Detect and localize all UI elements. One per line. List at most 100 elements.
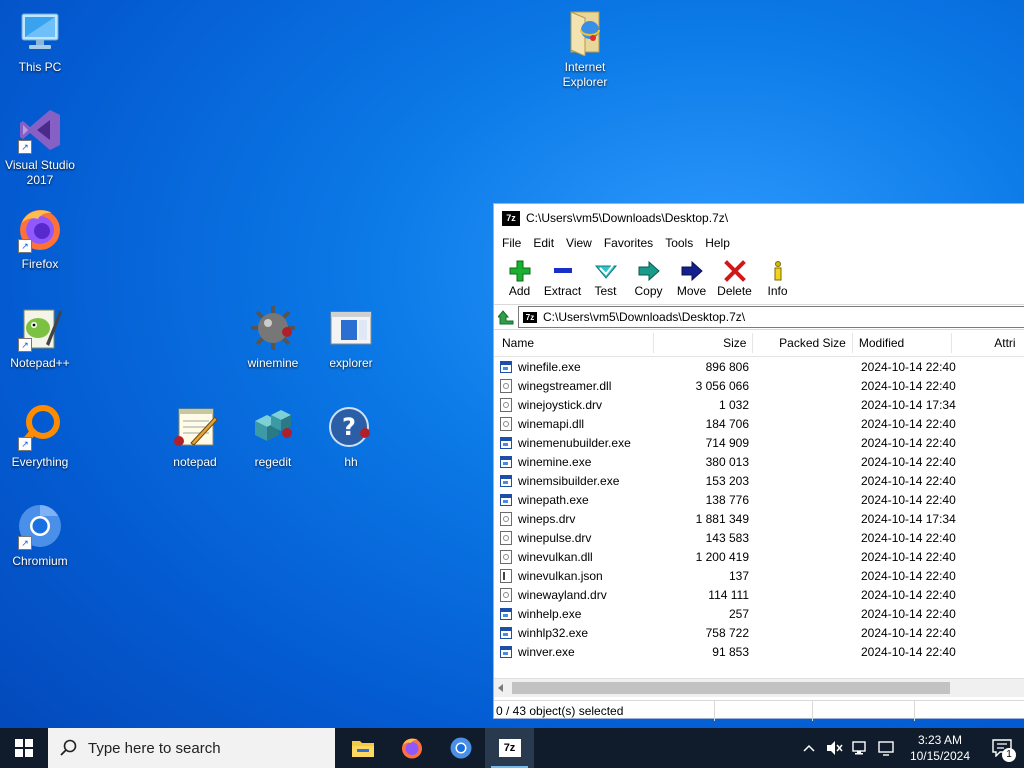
file-name: wineps.drv bbox=[518, 511, 576, 526]
test-button[interactable]: Test bbox=[584, 254, 627, 304]
add-button[interactable]: Add bbox=[498, 254, 541, 304]
delete-x-icon bbox=[723, 260, 746, 282]
file-row[interactable]: winver.exe 91 853 2024-10-14 22:40 bbox=[494, 642, 1024, 661]
search-placeholder: Type here to search bbox=[88, 739, 221, 757]
file-row[interactable]: winewayland.drv 114 111 2024-10-14 22:40 bbox=[494, 585, 1024, 604]
start-button[interactable] bbox=[0, 728, 48, 768]
taskbar: Type here to search 7z 3:23 AM 10/15/202… bbox=[0, 728, 1024, 768]
file-name: winepath.exe bbox=[518, 492, 589, 507]
file-modified: 2024-10-14 22:40 bbox=[861, 606, 956, 621]
file-row[interactable]: winepath.exe 138 776 2024-10-14 22:40 bbox=[494, 490, 1024, 509]
taskbar-7zip[interactable]: 7z bbox=[485, 728, 534, 768]
file-name-cell: winejoystick.drv bbox=[494, 397, 655, 412]
move-button[interactable]: Move bbox=[670, 254, 713, 304]
info-icon bbox=[767, 260, 789, 282]
desktop-icon-label: winemine bbox=[247, 356, 299, 370]
column-header-name[interactable]: Name bbox=[494, 333, 655, 353]
file-row[interactable]: winegstreamer.dll 3 056 066 2024-10-14 22:… bbox=[494, 376, 1024, 395]
notification-center-button[interactable]: 1 bbox=[980, 728, 1024, 768]
scrollbar-thumb[interactable] bbox=[512, 682, 950, 694]
menu-file[interactable]: File bbox=[496, 236, 527, 250]
check-icon bbox=[594, 260, 617, 282]
file-name-cell: winevulkan.json bbox=[494, 568, 655, 583]
desktop-icon-notepadpp[interactable]: ↗ Notepad++ bbox=[0, 304, 80, 371]
desktop-icon-this-pc[interactable]: This PC bbox=[0, 8, 80, 75]
file-size: 143 583 bbox=[705, 530, 749, 545]
desktop-icon-visual-studio[interactable]: ↗ Visual Studio 2017 bbox=[0, 106, 80, 188]
scroll-left-arrow-icon[interactable] bbox=[498, 684, 503, 692]
menu-tools[interactable]: Tools bbox=[659, 236, 699, 250]
file-row[interactable]: winemapi.dll 184 706 2024-10-14 22:40 bbox=[494, 414, 1024, 433]
file-row[interactable]: winhelp.exe 257 2024-10-14 22:40 bbox=[494, 604, 1024, 623]
internet-explorer-folder-icon bbox=[561, 8, 609, 57]
info-button[interactable]: Info bbox=[756, 254, 799, 304]
desktop-icon-chromium[interactable]: ↗ Chromium bbox=[0, 502, 80, 569]
up-folder-button[interactable] bbox=[494, 306, 518, 328]
taskbar-firefox[interactable] bbox=[387, 728, 436, 768]
status-divider bbox=[914, 701, 915, 721]
file-name-cell: winefile.exe bbox=[494, 360, 655, 374]
file-size: 153 203 bbox=[705, 473, 749, 488]
desktop-icon-label: Chromium bbox=[12, 554, 68, 568]
taskbar-file-explorer[interactable] bbox=[338, 728, 387, 768]
file-row[interactable]: winemsibuilder.exe 153 203 2024-10-14 22:4… bbox=[494, 471, 1024, 490]
move-arrow-icon bbox=[681, 260, 703, 282]
file-row[interactable]: winejoystick.drv 1 032 2024-10-14 17:34 bbox=[494, 395, 1024, 414]
menu-help[interactable]: Help bbox=[699, 236, 736, 250]
menu-favorites[interactable]: Favorites bbox=[598, 236, 659, 250]
column-header-size[interactable]: Size bbox=[654, 333, 754, 353]
menu-view[interactable]: View bbox=[560, 236, 598, 250]
extract-button[interactable]: Extract bbox=[541, 254, 584, 304]
file-name: winemsibuilder.exe bbox=[518, 473, 620, 488]
desktop-icon-firefox[interactable]: ↗ Firefox bbox=[0, 205, 80, 272]
horizontal-scrollbar[interactable] bbox=[494, 678, 1024, 697]
file-row[interactable]: winevulkan.json 137 2024-10-14 22:40 bbox=[494, 566, 1024, 585]
column-header-modified[interactable]: Modified bbox=[853, 333, 953, 353]
delete-button[interactable]: Delete bbox=[713, 254, 756, 304]
volume-muted-icon[interactable] bbox=[826, 740, 844, 756]
chevron-up-icon[interactable] bbox=[802, 741, 816, 755]
file-row[interactable]: winepulse.drv 143 583 2024-10-14 22:40 bbox=[494, 528, 1024, 547]
column-header-attributes[interactable]: Attri bbox=[952, 333, 1024, 353]
file-row[interactable]: wineps.drv 1 881 349 2024-10-14 17:34 bbox=[494, 509, 1024, 528]
taskbar-clock[interactable]: 3:23 AM 10/15/2024 bbox=[900, 732, 980, 764]
desktop-icon-notepad[interactable]: notepad bbox=[155, 403, 235, 470]
desktop-icon-internet-explorer[interactable]: Internet Explorer bbox=[545, 8, 625, 90]
file-row[interactable]: winemenubuilder.exe 714 909 2024-10-14 22:… bbox=[494, 433, 1024, 452]
address-input[interactable]: 7z C:\Users\vm5\Downloads\Desktop.7z\ bbox=[518, 306, 1024, 328]
file-row[interactable]: winevulkan.dll 1 200 419 2024-10-14 22:40 bbox=[494, 547, 1024, 566]
file-modified: 2024-10-14 22:40 bbox=[861, 625, 956, 640]
file-row[interactable]: winemine.exe 380 013 2024-10-14 22:40 bbox=[494, 452, 1024, 471]
dll-file-icon bbox=[500, 549, 512, 564]
column-header-packed-size[interactable]: Packed Size bbox=[753, 333, 853, 353]
desktop-icon-regedit[interactable]: regedit bbox=[233, 403, 313, 470]
file-modified: 2024-10-14 22:40 bbox=[861, 549, 956, 564]
taskbar-search-box[interactable]: Type here to search bbox=[48, 728, 335, 768]
minus-icon bbox=[552, 260, 574, 282]
computer-icon bbox=[16, 8, 64, 56]
shortcut-arrow-icon: ↗ bbox=[18, 536, 32, 550]
window-titlebar[interactable]: 7z C:\Users\vm5\Downloads\Desktop.7z\ bbox=[494, 204, 1024, 232]
menu-edit[interactable]: Edit bbox=[527, 236, 560, 250]
desktop-icon-everything[interactable]: ↗ Everything bbox=[0, 403, 80, 470]
notepadpp-icon: ↗ bbox=[16, 304, 64, 352]
file-name-cell: winepath.exe bbox=[494, 493, 655, 507]
exe-file-icon bbox=[500, 436, 512, 449]
desktop-icon-winemine[interactable]: winemine bbox=[233, 304, 313, 371]
file-row[interactable]: winhlp32.exe 758 722 2024-10-14 22:40 bbox=[494, 623, 1024, 642]
address-bar: 7z C:\Users\vm5\Downloads\Desktop.7z\ bbox=[494, 304, 1024, 330]
exe-file-icon bbox=[500, 474, 512, 487]
system-tray: 3:23 AM 10/15/2024 1 bbox=[802, 728, 1024, 768]
7zip-file-manager-window[interactable]: 7z C:\Users\vm5\Downloads\Desktop.7z\ Fi… bbox=[493, 203, 1024, 721]
up-arrow-icon bbox=[498, 310, 514, 325]
taskbar-chromium[interactable] bbox=[436, 728, 485, 768]
exe-file-icon bbox=[500, 626, 512, 639]
copy-arrow-icon bbox=[638, 260, 660, 282]
toolbar: Add Extract Test Copy Move Delete Info bbox=[494, 254, 1024, 304]
display-icon[interactable] bbox=[878, 740, 896, 756]
copy-button[interactable]: Copy bbox=[627, 254, 670, 304]
desktop-icon-explorer[interactable]: explorer bbox=[311, 304, 391, 371]
desktop-icon-hh[interactable]: ? hh bbox=[311, 403, 391, 470]
network-icon[interactable] bbox=[852, 740, 870, 756]
file-row[interactable]: winefile.exe 896 806 2024-10-14 22:40 bbox=[494, 357, 1024, 376]
